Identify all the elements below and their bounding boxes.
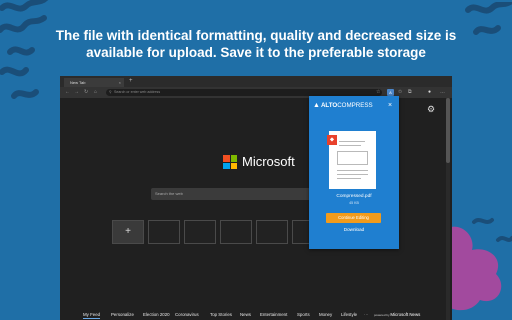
feed-tab-election[interactable]: Election 2020 (143, 311, 170, 319)
microsoft-brand-text: Microsoft (242, 154, 295, 169)
scrollbar[interactable] (446, 98, 450, 320)
microsoft-logo-icon (223, 155, 237, 169)
altocompress-popup: ▲ALTOCOMPRESS × ⬥ Compressed.pdf 45 KB C… (309, 96, 399, 249)
feed-tab-money[interactable]: Money (319, 311, 332, 319)
powered-by-text: powered by (374, 313, 390, 317)
powered-by-label: powered by Microsoft News (374, 311, 420, 319)
new-tab-button[interactable]: + (129, 77, 133, 86)
site-tile[interactable] (184, 220, 216, 244)
add-site-tile[interactable]: + (112, 220, 144, 244)
logo-square-blue (223, 162, 230, 169)
headline-line-2: available for upload. Save it to the pre… (86, 45, 426, 60)
logo-square-yellow (230, 162, 237, 169)
feed-more-icon[interactable]: ··· (364, 311, 368, 319)
pdf-icon: ⬥ (327, 135, 337, 145)
tab-new-tab[interactable]: New Tab × (64, 78, 124, 87)
file-size: 45 KB (349, 201, 359, 205)
microsoft-news-text: Microsoft News (390, 312, 421, 317)
logo-square-green (230, 155, 237, 162)
file-name: Compressed.pdf (336, 194, 372, 199)
doc-line (337, 170, 368, 171)
search-icon: ⚲ (109, 90, 112, 94)
news-feed-bar: My Feed Personalize Election 2020 Corona… (60, 310, 452, 320)
collections-icon[interactable]: ⧉ (408, 88, 412, 97)
close-icon[interactable]: × (388, 101, 392, 110)
alto-logo-icon: ▲ (313, 102, 320, 109)
profile-icon[interactable]: ● (428, 88, 431, 97)
logo-alto-text: ALTO (320, 102, 338, 109)
gear-icon[interactable]: ⚙ (427, 104, 435, 115)
feed-tab-sports[interactable]: Sports (297, 311, 310, 319)
home-icon[interactable]: ⌂ (94, 88, 97, 97)
doc-line (337, 178, 361, 179)
headline-line-1: The file with identical formatting, qual… (55, 28, 457, 43)
altocompress-logo: ▲ALTOCOMPRESS (313, 102, 373, 110)
address-placeholder: Search or enter web address (114, 90, 161, 94)
logo-square-red (223, 155, 230, 162)
alto-extension-icon[interactable]: A (387, 89, 394, 96)
refresh-icon[interactable]: ↻ (84, 88, 88, 97)
more-icon[interactable]: … (440, 88, 445, 97)
tab-title: New Tab (70, 80, 86, 85)
logo-compress-text: COMPRESS (337, 102, 373, 109)
tab-bar: New Tab × + (60, 76, 452, 87)
doc-line (337, 174, 368, 175)
back-icon[interactable]: ← (65, 88, 70, 97)
site-tile[interactable] (256, 220, 288, 244)
continue-editing-button[interactable]: Continue Editing (326, 213, 381, 223)
feed-tab-news[interactable]: News (240, 311, 251, 319)
headline: The file with identical formatting, qual… (0, 27, 512, 61)
download-link[interactable]: Download (309, 227, 399, 233)
site-tile[interactable] (148, 220, 180, 244)
feed-tab-top-stories[interactable]: Top Stories (210, 311, 232, 319)
feed-tab-my-feed[interactable]: My Feed (83, 311, 101, 319)
feed-tab-personalize[interactable]: Personalize (111, 311, 134, 319)
tab-close-icon[interactable]: × (119, 78, 121, 87)
forward-icon[interactable]: → (74, 88, 79, 97)
scrollbar-thumb[interactable] (446, 98, 450, 163)
address-bar[interactable]: ⚲ Search or enter web address (106, 89, 382, 96)
site-tile[interactable] (220, 220, 252, 244)
doc-line (339, 141, 365, 142)
pdf-document-preview: ⬥ (327, 131, 376, 189)
feed-tab-coronavirus[interactable]: Coronavirus (175, 311, 199, 319)
feed-tab-entertainment[interactable]: Entertainment (260, 311, 287, 319)
doc-image-placeholder (337, 151, 368, 165)
feed-tab-lifestyle[interactable]: Lifestyle (341, 311, 357, 319)
doc-line (339, 145, 361, 146)
